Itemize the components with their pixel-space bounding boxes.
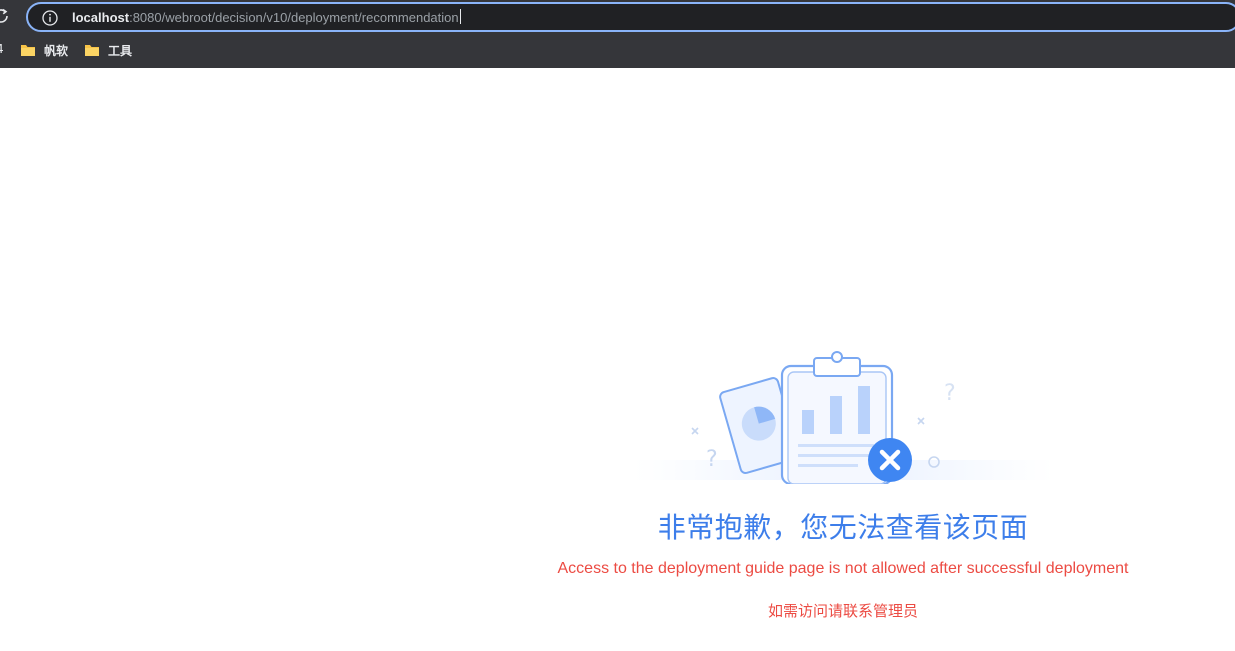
bookmarks-bar: 4 帆软 工具 bbox=[0, 36, 1235, 64]
svg-text:?: ? bbox=[944, 381, 956, 406]
url-path: :8080/webroot/decision/v10/deployment/re… bbox=[129, 10, 459, 25]
site-info-icon[interactable] bbox=[42, 10, 58, 26]
decor-marks-right: ? bbox=[917, 381, 956, 468]
address-row: localhost:8080/webroot/decision/v10/depl… bbox=[0, 0, 1235, 34]
contact-admin-message: 如需访问请联系管理员 bbox=[767, 602, 918, 620]
browser-chrome: localhost:8080/webroot/decision/v10/depl… bbox=[0, 0, 1235, 68]
svg-text:?: ? bbox=[706, 447, 718, 472]
folder-icon bbox=[21, 45, 35, 56]
page-content: ? ? 非常抱歉，您无法查看该页面 Access to the deployme… bbox=[0, 68, 1235, 651]
url-text[interactable]: localhost:8080/webroot/decision/v10/depl… bbox=[72, 9, 461, 27]
bookmark-label: 帆软 bbox=[44, 43, 69, 58]
bookmark-label: 工具 bbox=[108, 43, 133, 58]
url-host: localhost bbox=[72, 10, 130, 25]
bookmark-folder-tools[interactable]: 工具 bbox=[84, 39, 132, 61]
access-denied-illustration: ? ? bbox=[634, 351, 1054, 484]
reload-icon[interactable] bbox=[0, 7, 10, 25]
error-title: 非常抱歉，您无法查看该页面 bbox=[657, 511, 1029, 544]
text-caret bbox=[459, 9, 461, 24]
error-description: Access to the deployment guide page is n… bbox=[557, 560, 1129, 577]
bookmark-edge-fragment[interactable]: 4 bbox=[0, 40, 6, 58]
bookmark-folder-fanruan[interactable]: 帆软 bbox=[20, 39, 68, 61]
address-bar[interactable]: localhost:8080/webroot/decision/v10/depl… bbox=[26, 2, 1235, 32]
folder-icon bbox=[85, 45, 99, 56]
close-badge-icon bbox=[868, 438, 912, 482]
